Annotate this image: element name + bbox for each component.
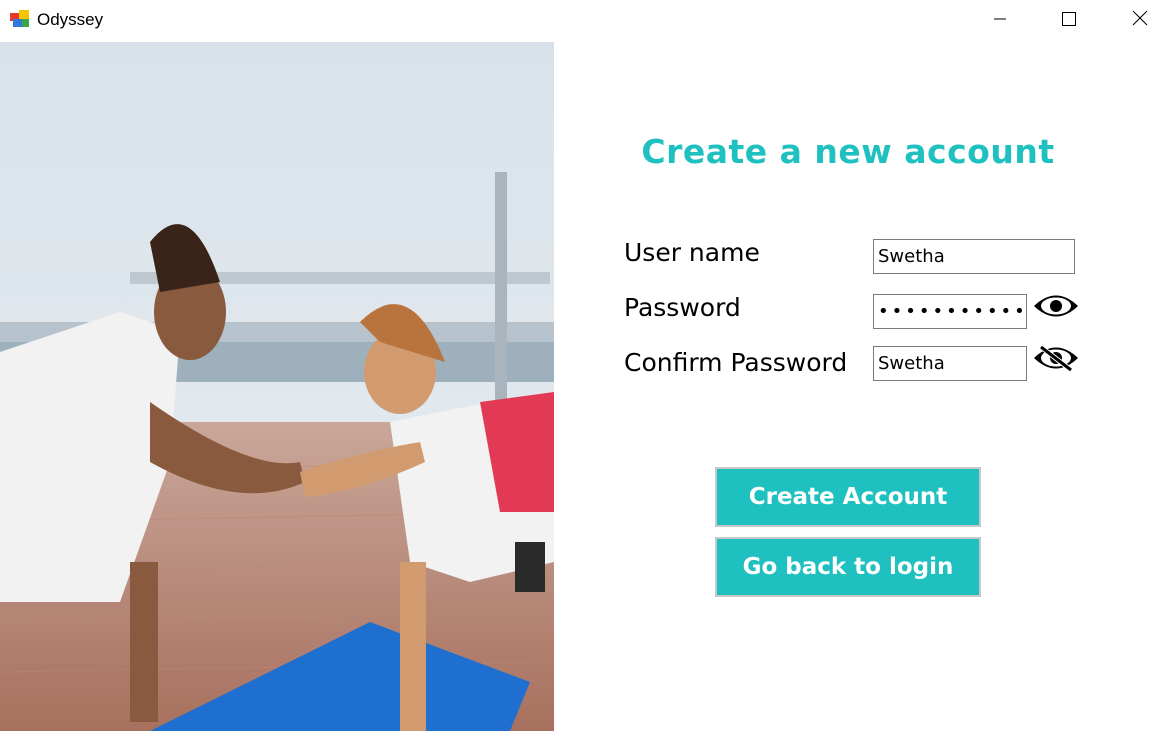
minimize-button[interactable] — [977, 0, 1023, 40]
username-field[interactable] — [873, 239, 1075, 274]
eye-slash-icon — [1033, 343, 1079, 377]
window-title: Odyssey — [37, 10, 104, 29]
create-account-button[interactable]: Create Account — [715, 467, 981, 527]
fitness-photo — [0, 42, 554, 731]
close-icon — [1132, 10, 1148, 30]
password-label: Password — [624, 293, 741, 322]
username-label: User name — [624, 238, 760, 267]
hide-password-toggle[interactable] — [1033, 345, 1079, 375]
page-heading: Create a new account — [641, 132, 1055, 171]
back-to-login-button[interactable]: Go back to login — [715, 537, 981, 597]
confirm-password-label: Confirm Password — [624, 348, 848, 377]
close-button[interactable] — [1117, 0, 1163, 40]
maximize-icon — [1062, 11, 1076, 30]
password-field[interactable] — [873, 294, 1027, 329]
app-logo-icon — [10, 10, 30, 28]
minimize-icon — [993, 11, 1007, 30]
eye-icon — [1033, 291, 1079, 325]
confirm-password-field[interactable] — [873, 346, 1027, 381]
maximize-button[interactable] — [1046, 0, 1092, 40]
title-bar: Odyssey — [0, 0, 1164, 42]
show-password-toggle[interactable] — [1033, 293, 1079, 323]
